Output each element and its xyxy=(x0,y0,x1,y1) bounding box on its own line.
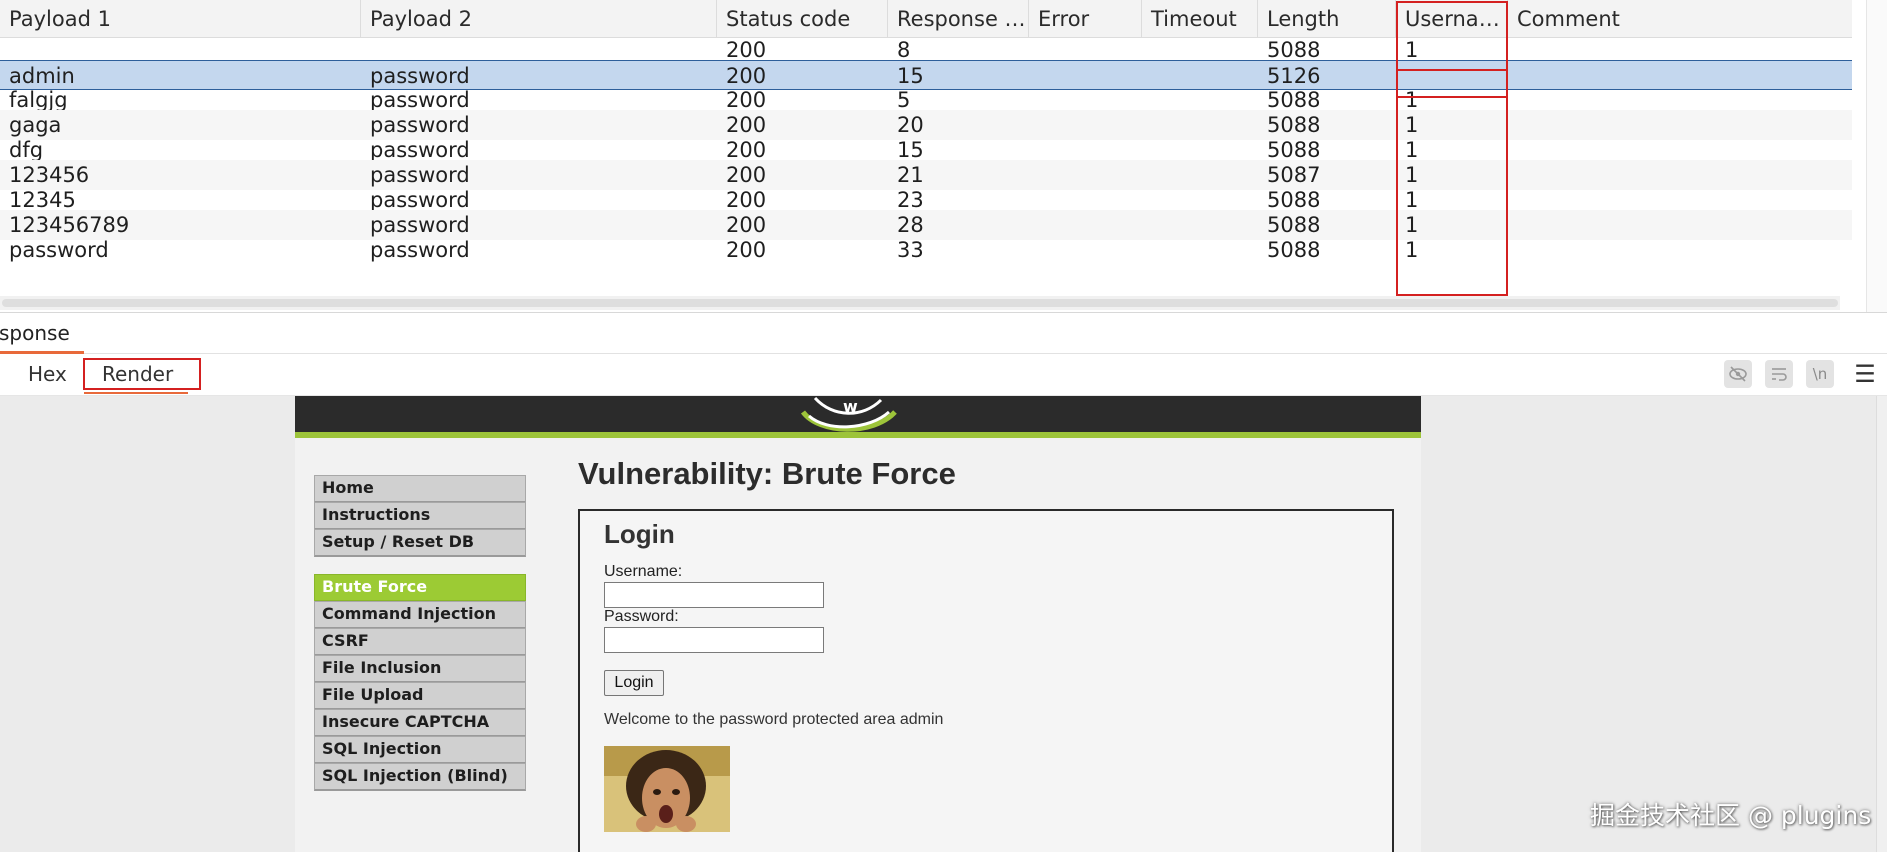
column-header[interactable]: Length xyxy=(1258,0,1396,38)
active-tab-underline xyxy=(84,392,188,394)
username-field[interactable] xyxy=(604,582,824,608)
dvwa-page: w Home Instructions Setup / Reset DB Brute … xyxy=(295,396,1421,852)
payload1-cell: password xyxy=(9,238,109,262)
timeout-cell xyxy=(1142,235,1258,265)
username-cell: 1 xyxy=(1405,238,1419,262)
horizontal-scrollbar[interactable] xyxy=(0,296,1840,310)
login-button[interactable]: Login xyxy=(604,670,664,696)
column-header[interactable]: Payload 2 xyxy=(361,0,717,38)
svg-text:w: w xyxy=(843,397,858,416)
word-wrap-icon xyxy=(1772,368,1787,381)
menu-item-command-injection[interactable]: Command Injection xyxy=(314,601,526,629)
column-header[interactable]: Usernam... xyxy=(1396,0,1508,38)
menu-item-csrf[interactable]: CSRF xyxy=(314,628,526,656)
table-row[interactable]: password password 200 33 5088 1 xyxy=(0,235,1852,265)
vertical-scrollbar[interactable] xyxy=(1866,0,1887,312)
column-header[interactable]: Payload 1 xyxy=(0,0,361,38)
password-field[interactable] xyxy=(604,627,824,653)
results-table: Payload 1 Payload 2 Status code Response… xyxy=(0,0,1887,312)
newline-icon[interactable]: \n xyxy=(1806,360,1834,388)
render-view: w Home Instructions Setup / Reset DB Brute … xyxy=(0,396,1887,852)
user-avatar-image xyxy=(604,746,730,832)
menu-item-sql-injection[interactable]: SQL Injection xyxy=(314,736,526,764)
menu-item-file-inclusion[interactable]: File Inclusion xyxy=(314,655,526,683)
response-view-tabs: Hex Render \n ☰ xyxy=(0,354,1887,396)
login-heading: Login xyxy=(604,519,675,549)
render-vertical-scrollbar[interactable] xyxy=(1876,396,1887,852)
menu-item-brute-force[interactable]: Brute Force xyxy=(314,574,526,602)
tab-hex[interactable]: Hex xyxy=(28,362,67,386)
hide-icon[interactable] xyxy=(1724,360,1752,388)
username-label: Username: xyxy=(604,563,683,580)
watermark: 掘金技术社区 @ plugins xyxy=(1590,801,1872,830)
menu-item-insecure-captcha[interactable]: Insecure CAPTCHA xyxy=(314,709,526,737)
status-code-cell: 200 xyxy=(726,238,767,262)
welcome-message: Welcome to the password protected area a… xyxy=(604,711,944,728)
length-cell: 5088 xyxy=(1267,238,1321,262)
page-title: Vulnerability: Brute Force xyxy=(578,456,956,491)
response-panel-header: sponse xyxy=(0,312,1887,354)
table-body: 200 8 5088 1 admin password 200 15 5126 falgjg pas… xyxy=(0,38,1852,294)
menu-item-sql-injection-blind[interactable]: SQL Injection (Blind) xyxy=(314,763,526,791)
column-header[interactable]: Status code xyxy=(717,0,888,38)
tab-render[interactable]: Render xyxy=(102,362,173,386)
menu-item-setup-reset-db[interactable]: Setup / Reset DB xyxy=(314,529,526,557)
menu-icon[interactable]: ☰ xyxy=(1852,360,1878,388)
comment-cell xyxy=(1508,235,1852,265)
dvwa-logo-icon: w xyxy=(800,396,897,432)
menu-item-instructions[interactable]: Instructions xyxy=(314,502,526,530)
table-header: Payload 1 Payload 2 Status code Response… xyxy=(0,0,1852,38)
eye-slash-icon xyxy=(1729,366,1747,382)
payload2-cell: password xyxy=(370,238,470,262)
menu-item-file-upload[interactable]: File Upload xyxy=(314,682,526,710)
response-time-cell: 33 xyxy=(897,238,924,262)
error-cell xyxy=(1029,235,1142,265)
scroll-thumb[interactable] xyxy=(2,299,1838,307)
column-header[interactable]: Timeout xyxy=(1142,0,1258,38)
password-label: Password: xyxy=(604,608,679,625)
column-header[interactable]: Comment xyxy=(1508,0,1852,38)
wrap-icon[interactable] xyxy=(1765,360,1793,388)
menu-item-home[interactable]: Home xyxy=(314,475,526,503)
login-form: Login Username: Password: Login Welcome … xyxy=(578,509,1394,852)
column-header[interactable]: Error xyxy=(1029,0,1142,38)
dvwa-banner: w xyxy=(295,396,1421,438)
response-tab-title[interactable]: sponse xyxy=(0,321,70,345)
column-header[interactable]: Response re... xyxy=(888,0,1029,38)
surprised-face-icon xyxy=(604,746,730,832)
